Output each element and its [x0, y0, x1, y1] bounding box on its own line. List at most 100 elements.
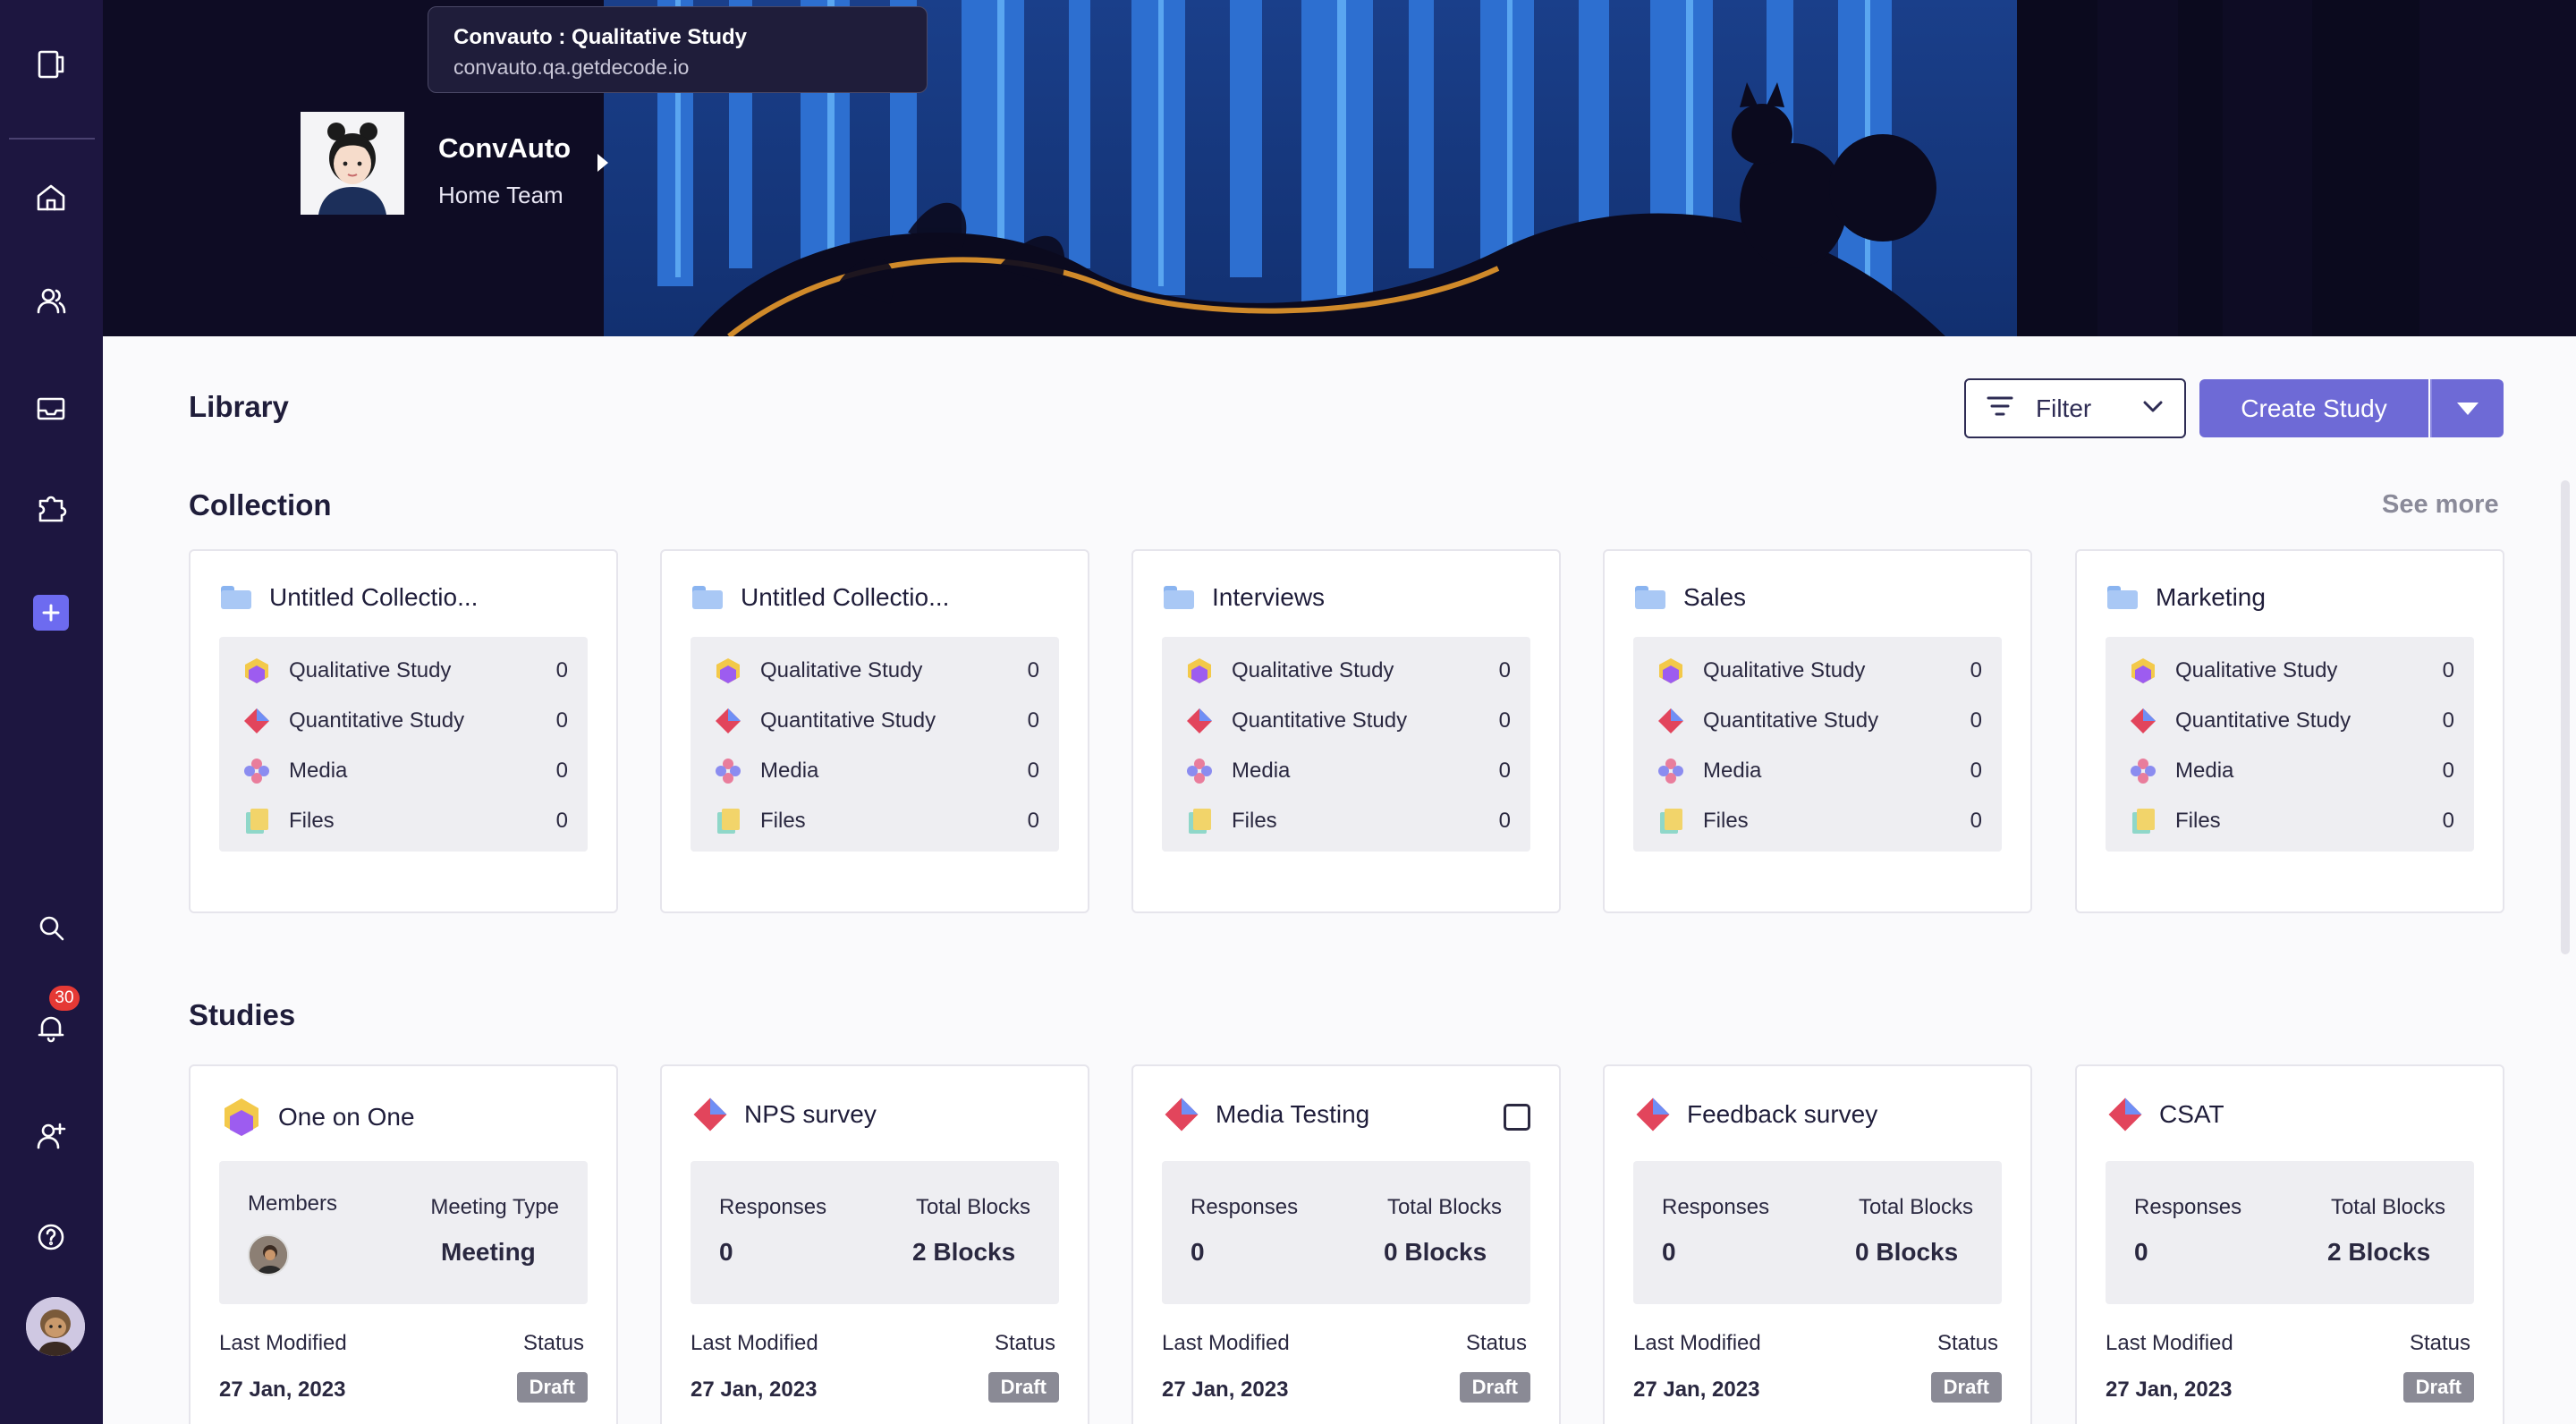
collection-card[interactable]: Sales Qualitative Study 0 Quantitative Stud… — [1603, 549, 2032, 913]
collection-row[interactable]: Files 0 — [691, 796, 1059, 846]
quantitative-study-icon — [716, 708, 741, 733]
study-name: Media Testing — [1216, 1100, 1370, 1128]
last-modified-label: Last Modified — [1633, 1331, 1761, 1355]
collection-card[interactable]: Untitled Collectio... Qualitative Study 0 Q… — [660, 549, 1089, 913]
collection-row[interactable]: Qualitative Study 0 — [691, 646, 1059, 696]
create-study-dropdown[interactable] — [2430, 379, 2504, 437]
puzzle-icon[interactable] — [23, 480, 79, 536]
last-modified-label: Last Modified — [219, 1331, 347, 1355]
collection-row[interactable]: Qualitative Study 0 — [2106, 646, 2474, 696]
collection-card[interactable]: Interviews Qualitative Study 0 Quantitative… — [1131, 549, 1561, 913]
inbox-icon[interactable] — [23, 381, 79, 437]
last-modified-label: Last Modified — [1162, 1331, 1290, 1355]
collection-row[interactable]: Qualitative Study 0 — [219, 646, 588, 696]
filter-label: Filter — [2036, 394, 2092, 422]
responses-label: Responses — [719, 1195, 827, 1219]
files-icon — [717, 809, 740, 834]
collection-row[interactable]: Quantitative Study 0 — [1162, 696, 1530, 746]
collection-row[interactable]: Quantitative Study 0 — [219, 696, 588, 746]
collection-row-label: Media — [2175, 759, 2234, 783]
document-icon[interactable] — [23, 37, 79, 92]
files-icon — [2132, 809, 2155, 834]
users-icon[interactable] — [23, 273, 79, 328]
collection-name: Untitled Collectio... — [741, 583, 950, 611]
study-card[interactable]: Feedback survey Responses Total Blocks 0 0 B… — [1603, 1064, 2032, 1424]
collection-row-count: 0 — [1498, 708, 1511, 733]
collection-card[interactable]: Untitled Collectio... Qualitative Study 0 Q… — [189, 549, 618, 913]
collection-row[interactable]: Quantitative Study 0 — [691, 696, 1059, 746]
total-blocks-label: Total Blocks — [1386, 1195, 1502, 1219]
collection-row-label: Files — [289, 809, 335, 833]
tooltip-url: convauto.qa.getdecode.io — [453, 55, 690, 79]
meeting-type-value: Meeting — [441, 1238, 536, 1266]
collection-row-label: Qualitative Study — [760, 658, 923, 682]
study-name: One on One — [278, 1103, 415, 1131]
total-blocks-label: Total Blocks — [1858, 1195, 1973, 1219]
last-modified-date: 27 Jan, 2023 — [2106, 1377, 2233, 1402]
collection-name: Sales — [1683, 583, 1747, 611]
collection-row[interactable]: Media 0 — [1162, 746, 1530, 796]
collection-row[interactable]: Quantitative Study 0 — [1633, 696, 2002, 746]
collection-row[interactable]: Media 0 — [1633, 746, 2002, 796]
collection-row-label: Qualitative Study — [2175, 658, 2338, 682]
collection-row[interactable]: Files 0 — [219, 796, 588, 846]
study-header: NPS survey — [691, 1095, 877, 1134]
status-label: Status — [1465, 1331, 1527, 1355]
collection-row[interactable]: Media 0 — [2106, 746, 2474, 796]
study-card[interactable]: NPS survey Responses Total Blocks 0 2 Blocks… — [660, 1064, 1089, 1424]
collection-row[interactable]: Media 0 — [691, 746, 1059, 796]
collection-row-count: 0 — [555, 759, 568, 783]
study-header: One on One — [219, 1095, 415, 1140]
last-modified-label: Last Modified — [2106, 1331, 2233, 1355]
member-avatar[interactable] — [248, 1234, 289, 1276]
collection-row-count: 0 — [1498, 809, 1511, 833]
quantitative-study-icon — [2131, 708, 2156, 733]
status-label: Status — [1936, 1331, 1998, 1355]
collection-row-label: Quantitative Study — [1232, 708, 1408, 733]
collection-row-count: 0 — [1970, 759, 1982, 783]
qualitative-study-icon — [2131, 658, 2155, 683]
help-icon[interactable] — [23, 1209, 79, 1265]
collection-row[interactable]: Quantitative Study 0 — [2106, 696, 2474, 746]
collection-row-label: Files — [760, 809, 806, 833]
search-icon[interactable] — [23, 900, 79, 955]
collection-row-label: Quantitative Study — [2175, 708, 2351, 733]
caret-right-icon[interactable] — [597, 154, 608, 172]
add-user-icon[interactable] — [23, 1107, 79, 1163]
collection-card[interactable]: Marketing Qualitative Study 0 Quantitative … — [2075, 549, 2504, 913]
study-name: Feedback survey — [1687, 1100, 1878, 1128]
status-badge: Draft — [1459, 1372, 1530, 1403]
select-checkbox[interactable] — [1504, 1104, 1530, 1131]
user-avatar[interactable] — [26, 1297, 85, 1356]
collection-row-label: Quantitative Study — [760, 708, 936, 733]
create-study-button[interactable]: Create Study — [2199, 379, 2428, 437]
page-title: Library — [189, 390, 289, 423]
collection-list: Qualitative Study 0 Quantitative Study 0 Med… — [2106, 637, 2474, 852]
total-blocks-value: 0 Blocks — [1855, 1238, 1959, 1266]
filter-dropdown[interactable]: Filter — [1964, 378, 2186, 438]
study-header: Media Testing — [1162, 1095, 1369, 1134]
add-icon[interactable] — [33, 595, 69, 631]
collection-row[interactable]: Files 0 — [1162, 796, 1530, 846]
collection-row-count: 0 — [555, 658, 568, 682]
study-stats-panel: Responses Total Blocks 0 2 Blocks — [691, 1161, 1059, 1304]
collection-row[interactable]: Files 0 — [1633, 796, 2002, 846]
responses-value: 0 — [2134, 1238, 2148, 1266]
last-modified-date: 27 Jan, 2023 — [1162, 1377, 1289, 1402]
collection-row[interactable]: Media 0 — [219, 746, 588, 796]
team-avatar[interactable] — [301, 112, 404, 215]
study-card[interactable]: Media Testing Responses Total Blocks 0 0 Blo… — [1131, 1064, 1561, 1424]
status-badge: Draft — [2402, 1372, 2474, 1403]
see-more-link[interactable]: See more — [2382, 490, 2499, 520]
collection-row[interactable]: Qualitative Study 0 — [1162, 646, 1530, 696]
collection-row[interactable]: Files 0 — [2106, 796, 2474, 846]
collection-row[interactable]: Qualitative Study 0 — [1633, 646, 2002, 696]
collection-header: Marketing — [2107, 583, 2266, 612]
filter-icon — [1984, 390, 2016, 427]
scrollbar[interactable] — [2561, 480, 2570, 954]
study-card[interactable]: CSAT Responses Total Blocks 0 2 Blocks Last M… — [2075, 1064, 2504, 1424]
folder-icon — [2107, 586, 2138, 609]
collection-title: Collection — [189, 488, 332, 521]
home-icon[interactable] — [23, 170, 79, 225]
study-card[interactable]: One on One Members Meeting Type Meeting Last… — [189, 1064, 618, 1424]
